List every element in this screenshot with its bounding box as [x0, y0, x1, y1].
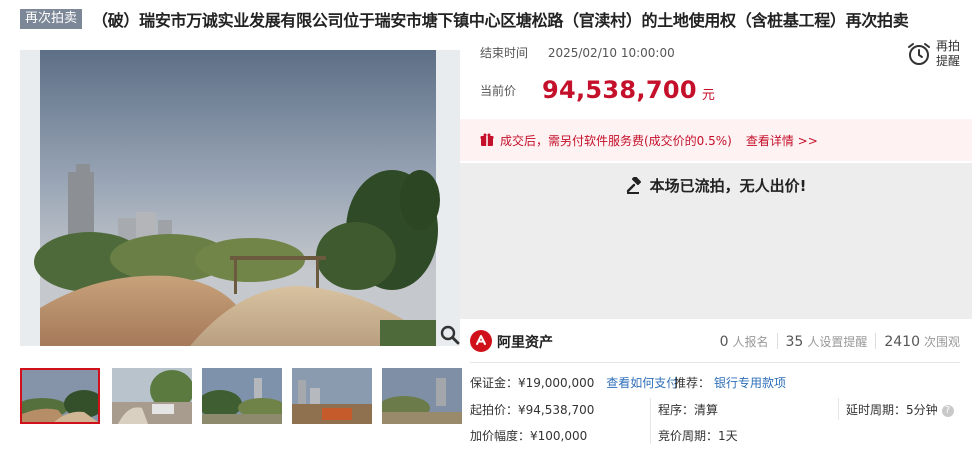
remind-label-line1: 再拍	[936, 39, 961, 53]
section-divider	[470, 362, 960, 363]
service-fee-text: 成交后，需另付软件服务费(成交价的0.5%)	[500, 133, 732, 148]
main-property-photo[interactable]	[20, 50, 460, 346]
ali-logo-icon	[470, 330, 492, 352]
bank-loan-link[interactable]: 银行专用款项	[714, 376, 786, 390]
auction-stats: 0 人报名 35 人设置提醒 2410 次围观	[720, 333, 960, 350]
starting-price-row: 起拍价：¥94,538,700	[470, 403, 595, 417]
service-fee-notice: 成交后，需另付软件服务费(成交价的0.5%) 查看详情 >>	[460, 119, 972, 161]
delay-period-row: 延时周期：5分钟?	[846, 401, 954, 418]
increment-value: ¥100,000	[530, 429, 588, 443]
remind-label-line2: 提醒	[936, 54, 961, 68]
stat-registrations: 0 人报名	[719, 334, 769, 350]
column-divider	[650, 398, 651, 444]
current-price-value: 94,538,700	[542, 76, 697, 104]
alarm-clock-icon	[908, 43, 930, 65]
platform-name: 阿里资产	[497, 335, 553, 351]
thumbnail-strip	[20, 368, 462, 424]
re-auction-tag: 再次拍卖	[20, 9, 83, 29]
end-time-row: 结束时间 2025/02/10 10:00:00	[480, 44, 675, 61]
platform-row: 阿里资产 0 人报名 35 人设置提醒 2410 次围观	[460, 326, 972, 358]
end-time-label: 结束时间	[480, 46, 529, 60]
end-time-value: 2025/02/10 10:00:00	[547, 46, 675, 60]
procedure-value: 清算	[694, 403, 719, 417]
column-divider	[838, 398, 839, 420]
thumbnail-4[interactable]	[292, 368, 372, 424]
deposit-value: ¥19,000,000	[518, 376, 595, 390]
thumbnail-1[interactable]	[20, 368, 100, 424]
how-to-pay-link[interactable]: 查看如何支付	[606, 376, 678, 390]
help-icon[interactable]: ?	[941, 404, 954, 417]
fee-details-link[interactable]: 查看详情 >>	[746, 132, 818, 149]
recommend-row: 推荐： 银行专用款项	[674, 376, 787, 390]
remind-button[interactable]: 再拍 提醒	[906, 37, 966, 71]
stat-divider	[875, 333, 877, 349]
stat-reminders: 35 人设置提醒	[785, 334, 868, 350]
procedure-row: 程序：清算	[658, 403, 719, 417]
gavel-icon	[626, 176, 641, 194]
auction-title-row: 再次拍卖 （破）瑞安市万诚实业发展有限公司位于瑞安市塘下镇中心区塘松路（官渎村）…	[20, 7, 970, 31]
current-price-label: 当前价	[480, 83, 517, 98]
delay-period-value: 5分钟	[906, 403, 938, 417]
thumbnail-5[interactable]	[382, 368, 462, 424]
thumbnail-2[interactable]	[112, 368, 192, 424]
increment-row: 加价幅度：¥100,000	[470, 429, 588, 443]
page-title: （破）瑞安市万诚实业发展有限公司位于瑞安市塘下镇中心区塘松路（官渎村）的土地使用…	[92, 11, 909, 30]
current-price-unit: 元	[701, 87, 715, 103]
bidding-cycle-row: 竞价周期：1天	[658, 429, 738, 443]
current-price-row: 当前价 94,538,700 元	[480, 74, 715, 106]
deposit-row: 保证金：¥19,000,000 查看如何支付	[470, 376, 679, 390]
bidding-cycle-value: 1天	[718, 429, 738, 443]
stat-views: 2410 次围观	[884, 334, 960, 350]
auction-status-text: 本场已流拍，无人出价!	[649, 177, 807, 195]
thumbnail-3[interactable]	[202, 368, 282, 424]
auction-status-box: 本场已流拍，无人出价!	[460, 163, 972, 319]
starting-price-value: ¥94,538,700	[518, 403, 595, 417]
stat-divider	[776, 333, 778, 349]
gift-icon	[480, 133, 494, 146]
